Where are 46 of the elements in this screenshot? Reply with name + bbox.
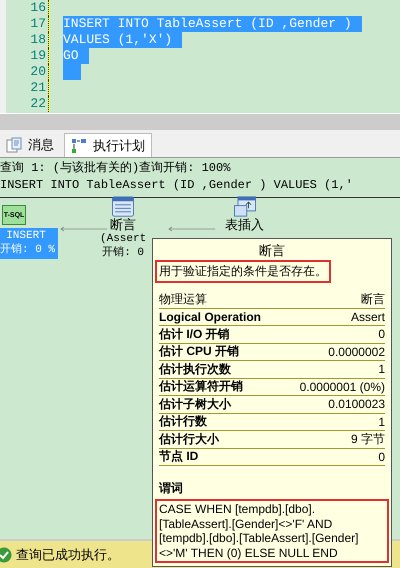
results-tab[interactable]: 消息 <box>0 133 60 157</box>
property-name: 估计执行次数 <box>159 360 231 378</box>
property-value: 0.0000001 (0%) <box>300 380 385 394</box>
property-value: 断言 <box>361 290 385 308</box>
property-value: 1 <box>378 414 385 429</box>
arrow-connector <box>168 226 216 232</box>
tooltip-description: 用于验证指定的条件是否存在。 <box>155 260 331 283</box>
property-value: 9 字节 <box>350 430 385 448</box>
line-number: 22 <box>6 96 49 112</box>
property-name: 估计 I/O 开销 <box>159 326 230 343</box>
line-number: 17 <box>6 16 49 32</box>
property-name: 估计 CPU 开销 <box>159 343 240 360</box>
table-list-icon <box>111 196 136 217</box>
horizontal-scrollbar[interactable] <box>0 113 400 130</box>
predicate-text: CASE WHEN [tempdb].[dbo].[TableAssert].[Gender]<>'F' AND [tempdb].[dbo].[TableAssert].[Gender]<>'M' THEN (0) ELSE NULL END <box>155 499 389 563</box>
status-text: 查询已成功执行。 <box>16 546 120 564</box>
property-name: 节点 ID <box>159 448 198 466</box>
query-statement: INSERT INTO TableAssert (ID ,Gender ) VALUES (1,' <box>0 177 354 194</box>
property-value: Assert <box>350 310 385 324</box>
query-cost-line: 查询 1: (与该批有关的)查询开销: 100% <box>0 160 232 177</box>
property-name: Logical Operation <box>159 310 262 324</box>
property-value: 0.0100023 <box>328 397 385 412</box>
property-name: 估计行数 <box>159 413 207 430</box>
results-tab[interactable]: 执行计划 <box>64 133 152 157</box>
plan-icon <box>71 138 87 154</box>
arrow-connector <box>60 226 108 232</box>
property-name: 物理运算 <box>159 290 207 308</box>
property-value: 0.0000002 <box>328 344 385 359</box>
line-number: 18 <box>6 32 49 48</box>
line-number: 16 <box>6 0 49 16</box>
plan-node-label[interactable]: 断言 (Assert 开销: 0 <box>100 218 146 260</box>
line-number: 19 <box>6 48 49 64</box>
tooltip-title: 断言 <box>258 242 286 260</box>
property-value: 1 <box>378 362 385 376</box>
property-name: 估计运算符开销 <box>159 378 243 396</box>
property-value: 0 <box>378 450 385 464</box>
property-name: 估计行大小 <box>159 430 219 448</box>
message-icon <box>6 137 22 153</box>
plan-node-label[interactable]: 表插入 <box>225 218 264 232</box>
line-number: 21 <box>6 80 49 96</box>
table-insert-icon <box>232 196 256 217</box>
property-value: 0 <box>378 327 385 342</box>
predicate-title: 谓词 <box>159 480 184 497</box>
line-number: 20 <box>6 64 49 80</box>
property-name: 估计子树大小 <box>159 396 231 413</box>
check-icon <box>0 546 12 562</box>
